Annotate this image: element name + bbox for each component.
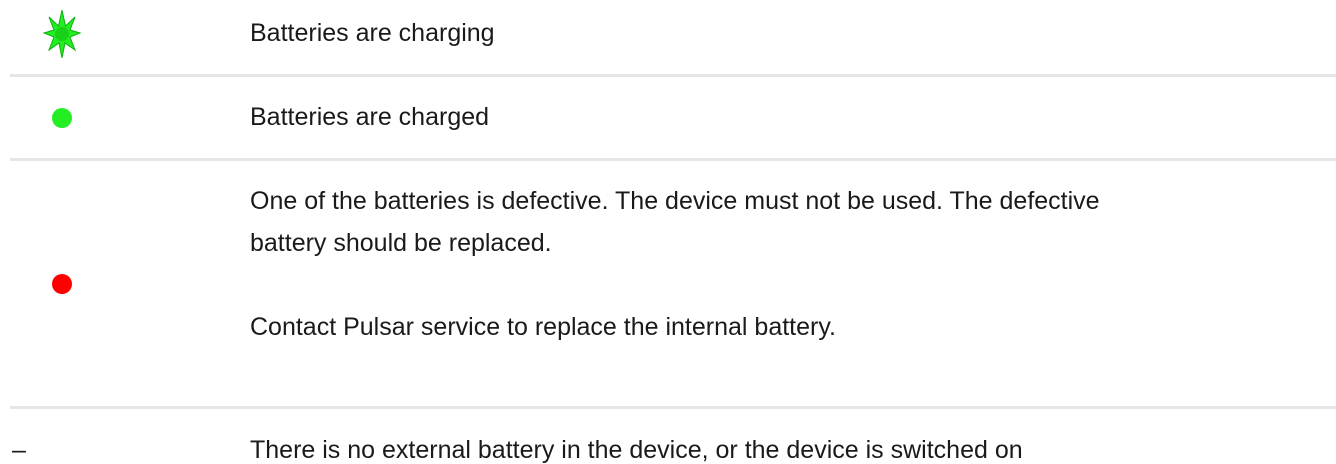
indicator-cell xyxy=(0,97,124,139)
blinking-green-led-icon xyxy=(42,10,82,58)
row-description: There is no external battery in the devi… xyxy=(250,436,1023,464)
service-note: Contact Pulsar service to replace the in… xyxy=(250,313,836,341)
row-description: Batteries are charging xyxy=(250,19,495,47)
table-row: Batteries are charging xyxy=(0,0,1336,76)
table-row: One of the batteries is defective. The d… xyxy=(0,161,1336,407)
table-row: Batteries are charged xyxy=(0,77,1336,159)
indicator-cell xyxy=(0,263,124,305)
red-led-icon xyxy=(52,274,72,294)
green-led-icon xyxy=(52,108,72,128)
row-description: One of the batteries is defective. The d… xyxy=(250,180,1310,348)
indicator-cell xyxy=(0,10,124,58)
battery-indicator-table: Batteries are charging Batteries are cha… xyxy=(0,0,1336,464)
table-row: – There is no external battery in the de… xyxy=(0,409,1336,464)
indicator-dash: – xyxy=(12,436,26,464)
row-description: Batteries are charged xyxy=(250,103,490,131)
description-line: battery should be replaced. xyxy=(250,229,552,257)
description-line: One of the batteries is defective. The d… xyxy=(250,187,1100,215)
